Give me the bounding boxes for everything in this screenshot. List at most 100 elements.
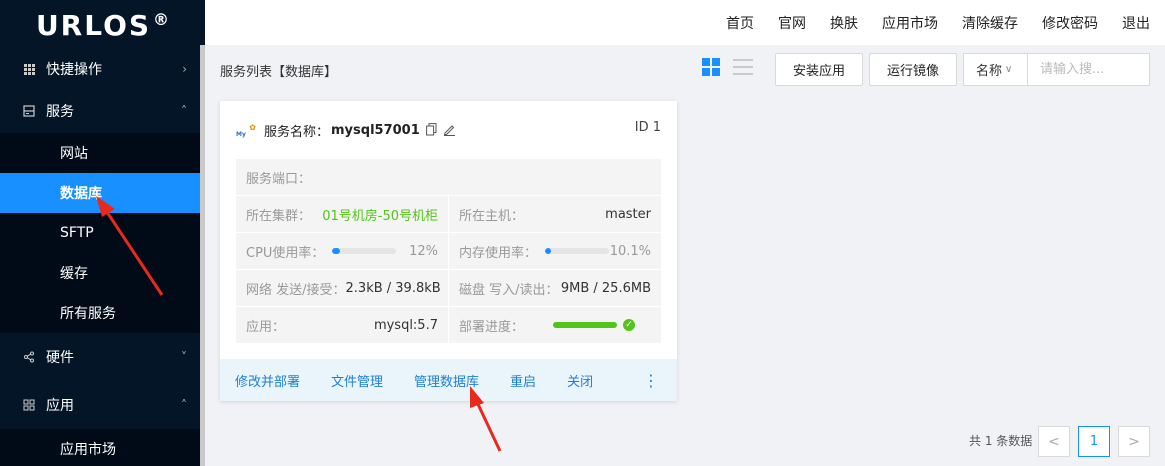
table-row: 应用： mysql:5.7 部署进度： ✓: [236, 307, 661, 344]
table-row: 服务端口：: [236, 159, 661, 196]
memory-label: 内存使用率：: [459, 245, 538, 261]
menu-service[interactable]: 服务 ˄: [0, 88, 205, 133]
menu-quick-actions-label: 快捷操作: [46, 62, 102, 78]
sidebar-item-database[interactable]: 数据库: [0, 173, 205, 213]
network-value: 2.3kB / 39.8kB: [345, 280, 441, 296]
disk-label: 磁盘 写入/读出：: [459, 282, 559, 298]
disk-value: 9MB / 25.6MB: [560, 280, 651, 296]
chevron-up-icon: ˄: [181, 103, 187, 118]
menu-app-label: 应用: [46, 398, 74, 414]
menu-hardware[interactable]: 硬件 ˅: [0, 333, 205, 381]
cpu-usage-bar: [332, 248, 397, 254]
breadcrumb: 服务列表【数据库】: [220, 65, 338, 80]
pagination-page-1[interactable]: 1: [1078, 426, 1110, 457]
apps-icon: [22, 398, 36, 412]
deploy-label: 部署进度：: [459, 319, 525, 335]
memory-cell: 内存使用率： 10.1%: [449, 233, 661, 269]
close-button[interactable]: 关闭: [567, 371, 593, 390]
memory-value: 10.1%: [609, 243, 651, 259]
chevron-down-icon: ˅: [181, 350, 187, 364]
sidebar: URLOS ® 快捷操作 › 服务 ˄ 网站 数据库 SFTP 缓存 所有服务 硬…: [0, 0, 205, 466]
service-submenu: 网站 数据库 SFTP 缓存 所有服务: [0, 133, 205, 333]
filter-select-value: 名称: [976, 64, 1003, 79]
chevron-down-icon: ∨: [1005, 64, 1013, 75]
filter-select[interactable]: 名称 ∨: [963, 53, 1028, 86]
sidebar-item-cache[interactable]: 缓存: [0, 253, 205, 293]
pagination-prev-button[interactable]: <: [1038, 426, 1070, 457]
table-row: CPU使用率： 12% 内存使用率： 10.1%: [236, 233, 661, 270]
run-image-button[interactable]: 运行镜像: [869, 53, 957, 86]
sidebar-item-sftp[interactable]: SFTP: [0, 213, 205, 253]
deploy-progress-bar: [553, 322, 617, 328]
pagination-next-button[interactable]: >: [1118, 426, 1150, 457]
logo-text: URLOS: [35, 8, 152, 42]
restart-button[interactable]: 重启: [510, 371, 536, 390]
service-card: My ✿ 服务名称： mysql57001 ID 1 服务端口： 所在集群： 01…: [220, 101, 677, 401]
app-value: mysql:5.7: [373, 317, 438, 333]
menu-quick-actions[interactable]: 快捷操作 ›: [0, 50, 205, 88]
service-id: ID 1: [634, 120, 661, 135]
memory-usage-bar: [545, 248, 610, 254]
sidebar-item-app-market[interactable]: 应用市场: [0, 429, 205, 466]
network-label: 网络 发送/接受：: [246, 282, 346, 298]
top-nav: 首页 官网 换肤 应用市场 清除缓存 修改密码 退出: [205, 0, 1165, 45]
file-manager-button[interactable]: 文件管理: [331, 371, 383, 390]
table-row: 网络 发送/接受： 2.3kB / 39.8kB 磁盘 写入/读出： 9MB /…: [236, 270, 661, 307]
nav-change-password[interactable]: 修改密码: [1042, 13, 1098, 33]
logo[interactable]: URLOS ®: [0, 0, 205, 50]
nav-skin[interactable]: 换肤: [830, 13, 858, 33]
cluster-label: 所在集群：: [246, 208, 312, 224]
install-app-button[interactable]: 安装应用: [775, 53, 863, 86]
nav-logout[interactable]: 退出: [1122, 13, 1150, 33]
service-name: mysql57001: [331, 123, 420, 138]
menu-app[interactable]: 应用 ˄: [0, 381, 205, 429]
service-card-actions: 修改并部署 文件管理 管理数据库 重启 关闭 ⋮: [220, 359, 677, 401]
app-label: 应用：: [246, 319, 286, 335]
grid-view-icon[interactable]: [702, 58, 720, 76]
share-icon: [22, 350, 36, 364]
registered-mark: ®: [153, 9, 170, 29]
nav-home[interactable]: 首页: [726, 13, 754, 33]
service-info-table: 服务端口： 所在集群： 01号机房-50号机柜 所在主机： master CPU…: [236, 159, 661, 344]
mysql-logo-icon: My ✿: [236, 122, 256, 138]
main-content: 服务列表【数据库】 安装应用 运行镜像 名称 ∨ My✿ 服务名称： mysql…: [205, 45, 1165, 466]
pagination-total: 共 1 条数据: [969, 434, 1033, 448]
check-icon: ✓: [623, 319, 635, 331]
cpu-cell: CPU使用率： 12%: [236, 233, 449, 269]
menu-service-label: 服务: [46, 103, 74, 120]
grid-icon: [22, 62, 36, 76]
host-label: 所在主机：: [459, 208, 525, 224]
app-cell: 应用： mysql:5.7: [236, 307, 449, 343]
chevron-right-icon: ›: [182, 62, 187, 76]
search-input[interactable]: [1027, 53, 1150, 86]
port-label: 服务端口：: [246, 171, 312, 187]
cpu-label: CPU使用率：: [246, 245, 325, 261]
service-name-label: 服务名称：: [264, 125, 330, 140]
cluster-value: 01号机房-50号机柜: [322, 208, 438, 224]
disk-cell: 磁盘 写入/读出： 9MB / 25.6MB: [449, 270, 661, 306]
network-cell: 网络 发送/接受： 2.3kB / 39.8kB: [236, 270, 449, 306]
cpu-value: 12%: [409, 243, 438, 259]
app-submenu: 应用市场: [0, 429, 205, 466]
nav-app-market[interactable]: 应用市场: [882, 13, 938, 33]
modify-deploy-button[interactable]: 修改并部署: [235, 371, 300, 390]
copy-icon[interactable]: [425, 122, 437, 139]
manage-database-button[interactable]: 管理数据库: [414, 371, 479, 390]
sidebar-item-website[interactable]: 网站: [0, 133, 205, 173]
nav-clear-cache[interactable]: 清除缓存: [962, 13, 1018, 33]
table-row: 所在集群： 01号机房-50号机柜 所在主机： master: [236, 196, 661, 233]
server-icon: [22, 104, 36, 118]
deploy-cell: 部署进度： ✓: [449, 307, 661, 343]
edit-icon[interactable]: [443, 123, 456, 139]
nav-official-site[interactable]: 官网: [778, 13, 806, 33]
more-icon[interactable]: ⋮: [643, 371, 659, 390]
menu-hardware-label: 硬件: [46, 350, 74, 366]
chevron-up-icon: ˄: [181, 398, 187, 412]
service-card-header: My ✿ 服务名称： mysql57001: [236, 121, 456, 140]
list-view-icon[interactable]: [733, 59, 753, 75]
host-cell: 所在主机： master: [449, 196, 661, 232]
sidebar-item-all-services[interactable]: 所有服务: [0, 293, 205, 333]
port-cell: 服务端口：: [236, 159, 661, 195]
host-value: master: [605, 206, 651, 222]
cluster-cell: 所在集群： 01号机房-50号机柜: [236, 196, 449, 232]
